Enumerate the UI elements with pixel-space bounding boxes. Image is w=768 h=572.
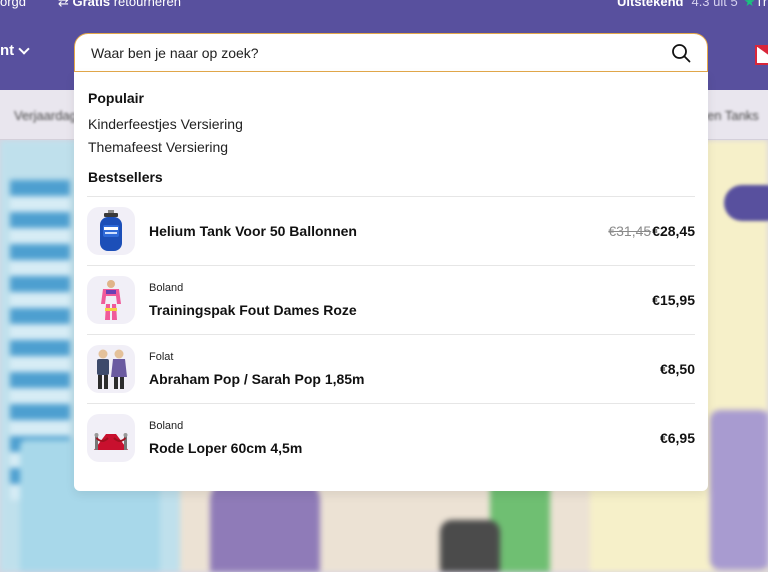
search-bar (74, 33, 708, 72)
popular-link-themafeest[interactable]: Themafeest Versiering (88, 139, 228, 155)
product-info: Boland Rode Loper 60cm 4,5m (149, 420, 660, 456)
category-item-tanks[interactable]: en Tanks (707, 108, 759, 123)
product-thumbnail (87, 207, 135, 255)
product-row-helium-tank[interactable]: Helium Tank Voor 50 Ballonnen €31,45€28,… (87, 196, 695, 265)
product-info: Folat Abraham Pop / Sarah Pop 1,85m (149, 351, 660, 387)
product-name: Rode Loper 60cm 4,5m (149, 440, 303, 456)
popular-link-kinderfeestjes[interactable]: Kinderfeestjes Versiering (88, 116, 243, 132)
product-name: Trainingspak Fout Dames Roze (149, 302, 357, 318)
search-panel: Populair Kinderfeestjes Versiering Thema… (74, 33, 708, 491)
search-suggestions-dropdown: Populair Kinderfeestjes Versiering Thema… (74, 72, 708, 491)
usp-returns-rest: retourneren (113, 0, 181, 9)
chevron-down-icon (18, 42, 30, 55)
tracksuit-icon (101, 280, 121, 320)
product-thumbnail (87, 345, 135, 393)
product-brand: Boland (149, 282, 184, 294)
bg-suit (210, 480, 320, 572)
product-thumbnail (87, 276, 135, 324)
product-brand: Boland (149, 420, 184, 432)
bg-right-button (724, 185, 768, 221)
search-input[interactable] (91, 44, 671, 61)
envelope-logo-icon[interactable] (754, 40, 768, 66)
popular-heading: Populair (88, 90, 145, 106)
abraham-sarah-icon (97, 349, 127, 389)
product-row-rode-loper[interactable]: Boland Rode Loper 60cm 4,5m €6,95 (87, 403, 695, 472)
product-current-price: €8,50 (659, 361, 695, 377)
usp-returns: ⇄ Gratis retourneren (58, 0, 181, 10)
product-row-abraham-sarah[interactable]: Folat Abraham Pop / Sarah Pop 1,85m €8,5… (87, 334, 695, 403)
product-price: €6,95 (660, 430, 695, 446)
product-brand: Folat (149, 351, 174, 363)
return-arrow-icon: ⇄ (58, 0, 73, 9)
helium-tank-icon (100, 210, 122, 251)
product-price: €31,45€28,45 (608, 223, 695, 239)
bg-camera (440, 520, 500, 572)
product-price: €15,95 (652, 292, 695, 308)
rating-label: Uitstekend (617, 0, 684, 9)
red-carpet-icon (94, 433, 128, 450)
product-info: Helium Tank Voor 50 Ballonnen (149, 223, 608, 239)
search-icon[interactable] (671, 43, 691, 63)
rating-extra: Tr (755, 0, 768, 9)
product-old-price: €31,45 (608, 223, 652, 239)
product-current-price: €28,45 (652, 223, 695, 239)
menu-dropdown[interactable]: nt (0, 42, 30, 59)
usp-left-text: orgd (0, 0, 27, 9)
product-thumbnail (87, 414, 135, 462)
product-row-trainingspak[interactable]: Boland Trainingspak Fout Dames Roze €15,… (87, 265, 695, 334)
rating-summary: Uitstekend 4.3 uit 5 ★Tr (617, 0, 767, 10)
product-current-price: €6,95 (659, 430, 695, 446)
trustpilot-star-icon: ★ (743, 0, 756, 9)
product-info: Boland Trainingspak Fout Dames Roze (149, 282, 652, 318)
product-price: €8,50 (660, 361, 695, 377)
usp-returns-bold: Gratis (72, 0, 111, 9)
product-current-price: €15,95 (652, 292, 695, 308)
menu-label: nt (0, 42, 15, 59)
rating-score: 4.3 uit 5 (691, 0, 738, 9)
category-item-verjaardag[interactable]: Verjaardag (14, 108, 77, 123)
bg-right-purple (710, 410, 768, 570)
product-name: Abraham Pop / Sarah Pop 1,85m (149, 371, 365, 387)
product-name: Helium Tank Voor 50 Ballonnen (149, 223, 357, 239)
bestsellers-heading: Bestsellers (88, 169, 163, 185)
